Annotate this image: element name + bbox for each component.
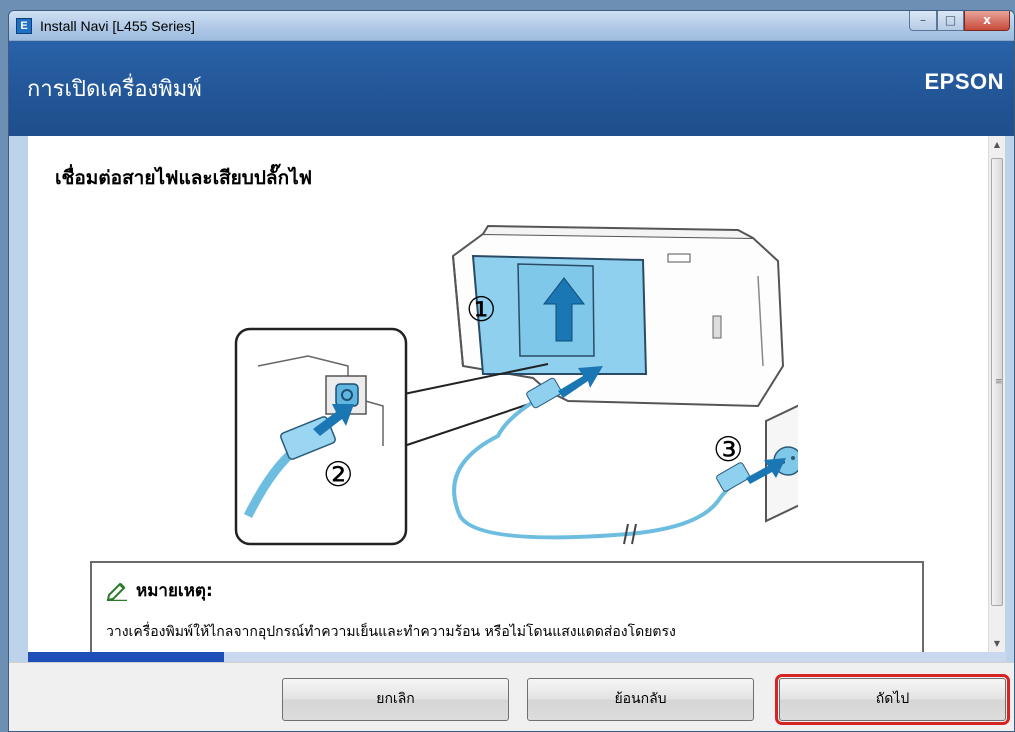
section-title: เชื่อมต่อสายไฟและเสียบปลั๊กไฟ <box>55 167 313 189</box>
vertical-scrollbar[interactable]: ▲ ≡ ▼ <box>988 136 1005 652</box>
step-1-label: ① <box>466 290 496 330</box>
installer-window: E Install Navi [L455 Series] – □ x การเป… <box>8 10 1015 732</box>
progress-fill <box>28 652 224 662</box>
chevron-down-icon[interactable]: ▼ <box>989 635 1005 652</box>
step-2-label: ② <box>323 455 353 495</box>
grip-icon: ≡ <box>995 377 1003 387</box>
install-progress-bar <box>28 652 1006 662</box>
title-bar[interactable]: E Install Navi [L455 Series] – □ x <box>9 11 1014 41</box>
back-button[interactable]: ย้อนกลับ <box>527 678 754 721</box>
chevron-up-icon[interactable]: ▲ <box>989 136 1005 153</box>
wall-socket <box>746 404 798 523</box>
note-header: หมายเหตุ: <box>106 577 213 604</box>
printer-illustration <box>451 224 785 408</box>
epson-app-icon: E <box>16 18 32 34</box>
pencil-icon <box>106 582 127 601</box>
footer-bar: ยกเลิก ย้อนกลับ ถัดไป <box>9 662 1014 731</box>
content-panel: เชื่อมต่อสายไฟและเสียบปลั๊กไฟ ① ② ③ หมาย… <box>28 136 988 652</box>
note-box: หมายเหตุ: วางเครื่องพิมพ์ให้ไกลจากอุปกรณ… <box>90 561 924 652</box>
step-3-label: ③ <box>713 430 743 470</box>
minimize-button[interactable]: – <box>909 11 937 31</box>
maximize-button[interactable]: □ <box>937 11 964 31</box>
epson-logo: EPSON <box>924 69 1004 94</box>
close-button[interactable]: x <box>964 11 1010 31</box>
page-header: การเปิดเครื่องพิมพ์ EPSON <box>9 41 1014 136</box>
note-title: หมายเหตุ: <box>136 581 213 601</box>
cancel-button[interactable]: ยกเลิก <box>282 678 509 721</box>
next-button[interactable]: ถัดไป <box>775 674 1010 725</box>
page-title: การเปิดเครื่องพิมพ์ <box>27 77 202 102</box>
scrollbar-thumb[interactable]: ≡ <box>991 158 1003 606</box>
window-controls: – □ x <box>909 11 1010 33</box>
window-title: Install Navi [L455 Series] <box>40 18 195 34</box>
note-text: วางเครื่องพิมพ์ให้ไกลจากอุปกรณ์ทำความเย็… <box>106 624 676 640</box>
power-connection-illustration: ① ② ③ <box>234 224 798 546</box>
